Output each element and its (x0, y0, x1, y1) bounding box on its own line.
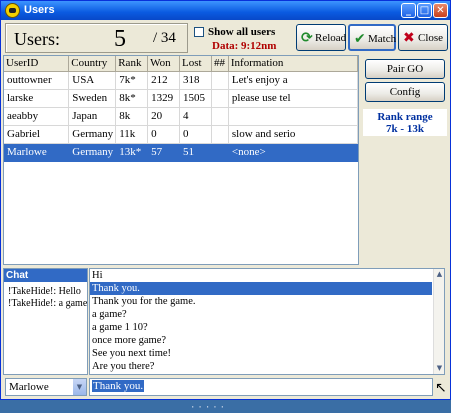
pair-go-button[interactable]: Pair GO (365, 59, 445, 79)
table-cell: Let's enjoy a (228, 71, 359, 90)
table-cell: <none> (228, 143, 359, 162)
column-header[interactable]: Country (68, 56, 117, 72)
chat-target-value: Marlowe (9, 381, 49, 393)
mouse-cursor-icon: ↖ (435, 380, 447, 396)
table-cell: outtowner (4, 71, 70, 90)
table-cell (211, 125, 229, 144)
reload-icon: ⟳ (301, 30, 313, 46)
table-cell: 51 (179, 143, 212, 162)
chevron-down-icon[interactable]: ▼ (72, 379, 86, 395)
chat-input-value: Thank you. (92, 380, 145, 392)
chat-line: !TakeHide!: Hello (8, 286, 81, 297)
table-cell (211, 107, 229, 126)
table-cell: 1505 (179, 89, 212, 108)
table-row[interactable]: aeabby Japan 8k 20 4 (4, 107, 359, 126)
data-time-label: Data: 9:12nm (212, 40, 277, 52)
config-button[interactable]: Config (365, 82, 445, 102)
table-row[interactable]: outtowner USA 7k* 212 318 Let's enjoy a (4, 71, 359, 90)
resize-grip-dots: ····· (190, 403, 228, 413)
match-button[interactable]: ✔ Match (348, 24, 396, 51)
checkmark-icon: ✔ (354, 31, 366, 47)
column-header[interactable]: Won (147, 56, 181, 72)
rank-range-box: Rank range 7k - 13k (363, 109, 447, 136)
list-item[interactable]: Thank you for the game. (90, 295, 444, 308)
users-total: / 34 (153, 30, 176, 46)
table-cell: Marlowe (4, 143, 70, 162)
message-list-scrollbar[interactable]: ▲ ▼ (433, 269, 444, 374)
show-all-users-label: Show all users (208, 26, 276, 38)
table-cell: 212 (147, 71, 181, 90)
table-cell: 13k* (115, 143, 149, 162)
column-header[interactable]: Rank (115, 56, 149, 72)
quick-message-list[interactable]: Hi Thank you. Thank you for the game. a gam… (89, 268, 445, 375)
table-row[interactable]: Gabriel Germany 11k 0 0 slow and serio (4, 125, 359, 144)
table-cell: Germany (68, 143, 117, 162)
table-cell: 0 (179, 125, 212, 144)
chat-pane[interactable]: Chat !TakeHide!: Hello !TakeHide!: a gam… (3, 268, 88, 375)
column-header[interactable]: Lost (179, 56, 212, 72)
app-icon (5, 3, 20, 18)
table-cell: aeabby (4, 107, 70, 126)
close-button[interactable]: ✖ Close (398, 24, 448, 51)
table-cell (211, 71, 229, 90)
column-header[interactable]: Information (228, 56, 359, 72)
rank-range-label: Rank range (377, 111, 433, 123)
table-cell: Gabriel (4, 125, 70, 144)
table-cell: 20 (147, 107, 181, 126)
minimize-button[interactable]: _ (401, 3, 416, 18)
table-row[interactable]: Marlowe Germany 13k* 57 51 <none> (4, 143, 359, 162)
close-label: Close (418, 32, 444, 44)
list-item[interactable]: once more game? (90, 334, 444, 347)
checkbox-box[interactable] (194, 27, 204, 37)
list-item[interactable]: a game 1 10? (90, 321, 444, 334)
table-cell: Sweden (68, 89, 117, 108)
title-bar[interactable]: Users _ □ ✕ (1, 1, 450, 20)
table-cell: 1329 (147, 89, 181, 108)
list-item[interactable]: Are you there? (90, 360, 444, 373)
scroll-down-arrow-icon[interactable]: ▼ (434, 363, 444, 374)
users-label: Users: (14, 29, 60, 49)
window-title: Users (24, 4, 55, 16)
chat-line: !TakeHide!: a game (8, 298, 87, 309)
table-cell: larske (4, 89, 70, 108)
table-cell: 318 (179, 71, 212, 90)
table-cell: 8k (115, 107, 149, 126)
maximize-button[interactable]: □ (417, 3, 432, 18)
users-table[interactable]: UserID Country Rank Won Lost ## Information ou… (3, 55, 359, 265)
table-cell: slow and serio (228, 125, 359, 144)
list-item[interactable]: a game? (90, 308, 444, 321)
table-cell: 11k (115, 125, 149, 144)
match-label: Match (368, 33, 397, 45)
list-item[interactable]: Thank you. (90, 282, 432, 295)
chat-input[interactable]: Thank you. (89, 378, 433, 396)
users-window: Users _ □ ✕ Users: 5 / 34 Show all users… (0, 0, 451, 400)
table-cell: 7k* (115, 71, 149, 90)
chat-header: Chat (4, 269, 87, 282)
table-cell (228, 107, 359, 126)
table-row[interactable]: larske Sweden 8k* 1329 1505 please use tel (4, 89, 359, 108)
reload-label: Reload (315, 32, 347, 44)
window-close-button[interactable]: ✕ (433, 3, 448, 18)
reload-button[interactable]: ⟳ Reload (296, 24, 346, 51)
list-item[interactable]: See you next time! (90, 347, 444, 360)
scroll-up-arrow-icon[interactable]: ▲ (434, 269, 444, 280)
list-item[interactable]: Hi (90, 269, 444, 282)
rank-range-value: 7k - 13k (386, 123, 424, 135)
chat-target-select[interactable]: Marlowe ▼ (5, 378, 87, 396)
table-cell: please use tel (228, 89, 359, 108)
table-cell (211, 143, 229, 162)
table-cell: 57 (147, 143, 181, 162)
users-count: 5 (114, 26, 126, 52)
table-cell: USA (68, 71, 117, 90)
users-count-box: Users: 5 / 34 (5, 23, 188, 53)
table-cell: Japan (68, 107, 117, 126)
table-cell (211, 89, 229, 108)
table-cell: 8k* (115, 89, 149, 108)
table-cell: Germany (68, 125, 117, 144)
column-header[interactable]: ## (211, 56, 229, 72)
table-cell: 4 (179, 107, 212, 126)
column-header[interactable]: UserID (4, 56, 70, 72)
x-icon: ✖ (403, 30, 415, 46)
table-cell: 0 (147, 125, 181, 144)
